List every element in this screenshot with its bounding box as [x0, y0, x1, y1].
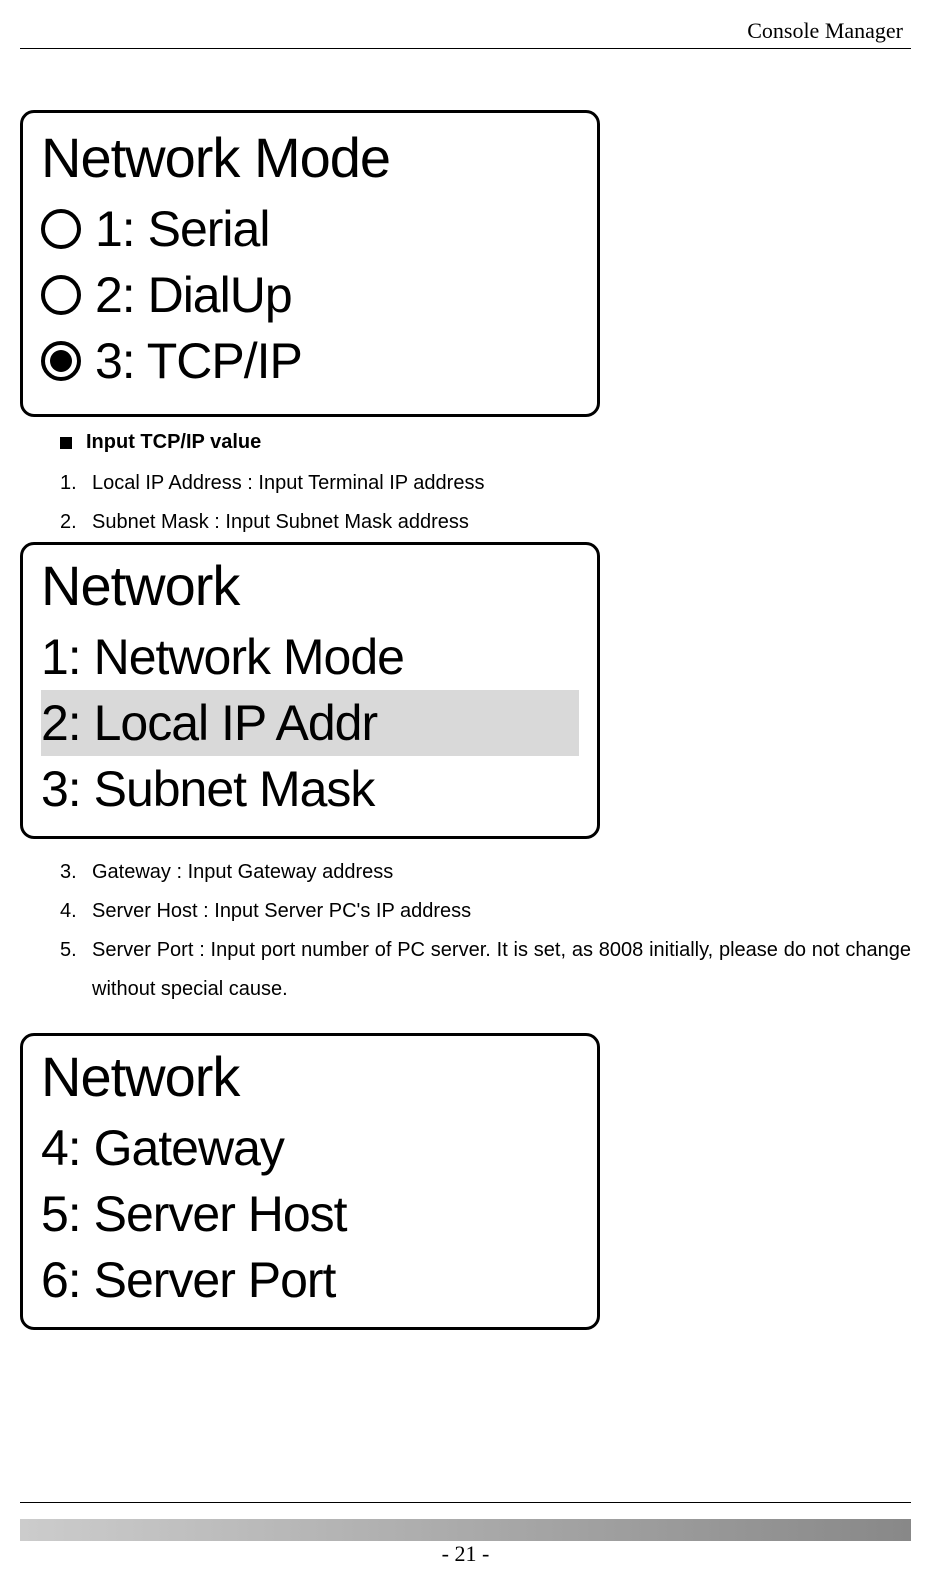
menu-item-server-port[interactable]: 6: Server Port — [41, 1247, 579, 1313]
radio-unselected-icon — [41, 275, 81, 315]
list-marker: 1. — [60, 464, 84, 503]
bullet-icon — [60, 437, 72, 449]
menu-item-subnet-mask[interactable]: 3: Subnet Mask — [41, 756, 579, 822]
list-text: Local IP Address : Input Terminal IP add… — [92, 464, 911, 503]
footer-gradient-bar — [20, 1519, 911, 1541]
menu-item-local-ip[interactable]: 2: Local IP Addr — [41, 690, 579, 756]
list-text: Gateway : Input Gateway address — [92, 853, 911, 892]
page-content: Network Mode 1: Serial 2: DialUp 3: TCP/… — [20, 110, 911, 1344]
radio-selected-icon — [41, 341, 81, 381]
menu-item-server-host[interactable]: 5: Server Host — [41, 1181, 579, 1247]
list-item: 1. Local IP Address : Input Terminal IP … — [60, 464, 911, 503]
page-header: Console Manager — [20, 18, 911, 49]
page-number: - 21 - — [442, 1541, 490, 1566]
option-label: 2: DialUp — [95, 266, 292, 324]
panel-title: Network Mode — [41, 125, 579, 190]
section-heading: Input TCP/IP value — [86, 431, 261, 454]
numbered-list-a: 1. Local IP Address : Input Terminal IP … — [20, 464, 911, 542]
menu-item-network-mode[interactable]: 1: Network Mode — [41, 624, 579, 690]
section-heading-row: Input TCP/IP value — [20, 431, 911, 454]
list-marker: 2. — [60, 503, 84, 542]
panel-title: Network — [41, 553, 579, 618]
list-text: Subnet Mask : Input Subnet Mask address — [92, 503, 911, 542]
list-marker: 4. — [60, 892, 84, 931]
panel-network-menu-2: Network 4: Gateway 5: Server Host 6: Ser… — [20, 1033, 600, 1330]
list-text: Server Port : Input port number of PC se… — [92, 931, 911, 1009]
option-label: 1: Serial — [95, 200, 269, 258]
list-item: 2. Subnet Mask : Input Subnet Mask addre… — [60, 503, 911, 542]
list-item: 4. Server Host : Input Server PC's IP ad… — [60, 892, 911, 931]
page-footer: - 21 - — [20, 1502, 911, 1567]
list-marker: 5. — [60, 931, 84, 1009]
list-item: 3. Gateway : Input Gateway address — [60, 853, 911, 892]
option-serial[interactable]: 1: Serial — [41, 196, 579, 262]
numbered-list-b: 3. Gateway : Input Gateway address 4. Se… — [20, 853, 911, 1009]
option-dialup[interactable]: 2: DialUp — [41, 262, 579, 328]
menu-item-gateway[interactable]: 4: Gateway — [41, 1115, 579, 1181]
option-label: 3: TCP/IP — [95, 332, 302, 390]
list-marker: 3. — [60, 853, 84, 892]
panel-network-mode: Network Mode 1: Serial 2: DialUp 3: TCP/… — [20, 110, 600, 417]
list-text: Server Host : Input Server PC's IP addre… — [92, 892, 911, 931]
panel-network-menu-1: Network 1: Network Mode 2: Local IP Addr… — [20, 542, 600, 839]
header-title: Console Manager — [747, 18, 911, 43]
list-item: 5. Server Port : Input port number of PC… — [60, 931, 911, 1009]
panel-title: Network — [41, 1044, 579, 1109]
option-tcpip[interactable]: 3: TCP/IP — [41, 328, 579, 394]
radio-unselected-icon — [41, 209, 81, 249]
